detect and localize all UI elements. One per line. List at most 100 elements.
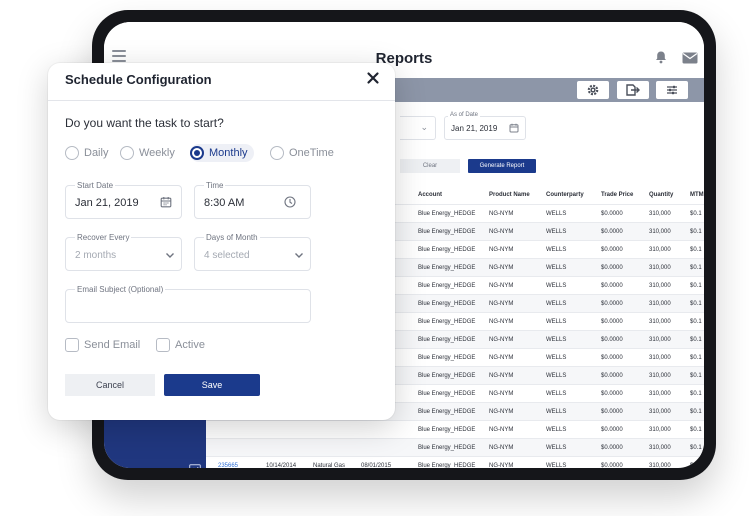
radio-circle	[65, 146, 79, 160]
cell-counterparty: WELLS	[546, 445, 567, 451]
export-button[interactable]	[617, 81, 649, 99]
mail-icon[interactable]	[682, 52, 698, 64]
radio-label: Monthly	[209, 147, 248, 159]
column-header[interactable]: Trade Price	[601, 192, 633, 198]
start-question: Do you want the task to start?	[65, 116, 224, 130]
as-of-date-label: As of Date	[448, 112, 481, 118]
cell-counterparty: WELLS	[546, 355, 567, 361]
cell-quantity: 310,000	[649, 463, 671, 468]
cell-price: $0.0000	[601, 445, 623, 451]
cell-account: Blue Energy_HEDGE	[418, 355, 476, 361]
cell-product: NG-NYM	[489, 445, 514, 451]
cell-quantity: 310,000	[649, 283, 671, 289]
radio-weekly[interactable]: Weekly	[120, 144, 175, 162]
column-header[interactable]: Quantity	[649, 192, 673, 198]
logout-icon[interactable]	[189, 464, 201, 468]
cell-quantity: 310,000	[649, 301, 671, 307]
column-header[interactable]: Product Name	[489, 192, 530, 198]
days-of-month-label: Days of Month	[204, 233, 260, 242]
divider	[48, 100, 395, 101]
schedule-configuration-dialog: Schedule Configuration Do you want the t…	[48, 63, 395, 420]
email-subject-input[interactable]: Email Subject (Optional)	[65, 285, 311, 323]
radio-monthly[interactable]: Monthly	[190, 144, 254, 162]
chevron-down-icon	[166, 253, 174, 258]
cell-quantity: 310,000	[649, 265, 671, 271]
clock-icon[interactable]	[284, 196, 296, 208]
start-date-field[interactable]: Start Date Jan 21, 2019	[65, 181, 182, 219]
recover-every-label: Recover Every	[75, 233, 132, 242]
filter-button[interactable]	[656, 81, 688, 99]
cell-mtm: $0.1	[690, 319, 702, 325]
cell-product: NG-NYM	[489, 301, 514, 307]
cell-product: NG-NYM	[489, 355, 514, 361]
cell-price: $0.0000	[601, 319, 623, 325]
generate-report-button[interactable]: Generate Report	[468, 159, 536, 173]
table-row[interactable]: 235665 10/14/2014 Natural Gas 08/01/2015 Blu…	[206, 456, 704, 468]
cell-mtm: $0.1	[690, 391, 702, 397]
filter-sliders-icon	[667, 85, 677, 95]
cell-counterparty: WELLS	[546, 247, 567, 253]
gear-icon	[587, 84, 599, 96]
cell-account: Blue Energy_HEDGE	[418, 283, 476, 289]
table-row[interactable]: Blue Energy_HEDGE NG-NYM WELLS $0.0000 310,0…	[206, 438, 704, 456]
cell-mtm: $0.1	[690, 301, 702, 307]
radio-daily[interactable]: Daily	[65, 144, 108, 162]
close-icon[interactable]	[366, 71, 380, 85]
cell-quantity: 310,000	[649, 409, 671, 415]
checkbox-label: Send Email	[84, 339, 141, 351]
cell-mtm: $0.1	[690, 463, 702, 468]
cell-counterparty: WELLS	[546, 391, 567, 397]
cell-product: NG-NYM	[489, 247, 514, 253]
radio-onetime[interactable]: OneTime	[270, 144, 334, 162]
days-of-month-select[interactable]: Days of Month 4 selected	[194, 233, 311, 271]
cell-product: NG-NYM	[489, 409, 514, 415]
settings-button[interactable]	[577, 81, 609, 99]
email-subject-label: Email Subject (Optional)	[75, 285, 166, 294]
table-row[interactable]: Blue Energy_HEDGE NG-NYM WELLS $0.0000 310,0…	[206, 420, 704, 438]
time-field[interactable]: Time 8:30 AM	[194, 181, 311, 219]
cell-account: Blue Energy_HEDGE	[418, 211, 476, 217]
clear-button[interactable]: Clear	[400, 159, 460, 173]
cell-mtm: $0.1	[690, 265, 702, 271]
active-checkbox[interactable]: Active	[156, 337, 205, 353]
cell-account: Blue Energy_HEDGE	[418, 301, 476, 307]
cell-product: NG-NYM	[489, 427, 514, 433]
cell-product: NG-NYM	[489, 265, 514, 271]
radio-circle	[270, 146, 284, 160]
as-of-date-value: Jan 21, 2019	[451, 124, 498, 133]
cell-date: 10/14/2014	[266, 463, 297, 468]
column-header[interactable]: Counterparty	[546, 192, 584, 198]
recover-every-select[interactable]: Recover Every 2 months	[65, 233, 182, 271]
bell-icon[interactable]	[654, 50, 668, 64]
cell-account: Blue Energy_HEDGE	[418, 247, 476, 253]
cell-counterparty: WELLS	[546, 409, 567, 415]
send-email-checkbox[interactable]: Send Email	[65, 337, 140, 353]
radio-circle-selected	[190, 146, 204, 160]
column-header[interactable]: MTM	[690, 192, 704, 198]
cell-mtm: $0.1	[690, 337, 702, 343]
cell-price: $0.0000	[601, 355, 623, 361]
start-date-value: Jan 21, 2019	[75, 197, 139, 209]
cell-product: NG-NYM	[489, 391, 514, 397]
column-header[interactable]: Account	[418, 192, 442, 198]
checkbox-box	[156, 338, 170, 352]
cell-account: Blue Energy_HEDGE	[418, 445, 476, 451]
calendar-icon	[509, 123, 519, 133]
cell-counterparty: WELLS	[546, 301, 567, 307]
cell-price: $0.0000	[601, 301, 623, 307]
cell-id[interactable]: 235665	[218, 463, 238, 468]
report-type-select[interactable]: ⌄	[400, 116, 436, 140]
save-button[interactable]: Save	[164, 374, 260, 396]
dialog-title: Schedule Configuration	[65, 72, 212, 87]
calendar-icon[interactable]	[160, 196, 172, 208]
start-date-label: Start Date	[75, 181, 116, 190]
cell-counterparty: WELLS	[546, 337, 567, 343]
cell-mtm: $0.1	[690, 247, 702, 253]
cancel-button[interactable]: Cancel	[65, 374, 155, 396]
cell-account: Blue Energy_HEDGE	[418, 265, 476, 271]
checkbox-label: Active	[175, 339, 205, 351]
export-icon	[626, 84, 640, 96]
chevron-down-icon	[295, 253, 303, 258]
as-of-date-field[interactable]: Jan 21, 2019	[444, 116, 526, 140]
radio-label: Weekly	[139, 147, 175, 159]
